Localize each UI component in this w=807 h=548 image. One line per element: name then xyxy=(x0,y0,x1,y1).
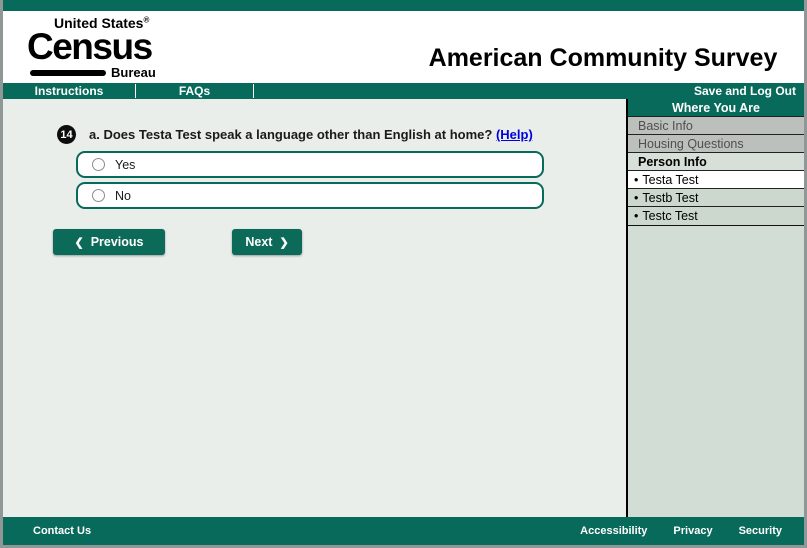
logo-bureau-row: Bureau xyxy=(27,66,156,79)
chevron-left-icon: ❮ xyxy=(74,236,84,249)
no-radio[interactable] xyxy=(92,189,105,202)
top-navbar: Instructions FAQs Save and Log Out xyxy=(3,83,804,99)
yes-label: Yes xyxy=(115,157,136,172)
logo-underline-bar xyxy=(30,69,106,76)
sidebar-item-housing-questions: Housing Questions xyxy=(628,135,804,153)
question-row: 14 a. Does Testa Test speak a language o… xyxy=(57,124,626,144)
sidebar-item-testa-test: • Testa Test xyxy=(628,171,804,189)
accessibility-link[interactable]: Accessibility xyxy=(580,525,647,537)
navigation-buttons: ❮ Previous Next ❯ xyxy=(53,229,626,255)
sidebar-item-label: Testc Test xyxy=(642,209,698,223)
sidebar-item-label: Testa Test xyxy=(642,172,699,187)
sidebar-item-basic-info: Basic Info xyxy=(628,117,804,135)
main-question-area: 14 a. Does Testa Test speak a language o… xyxy=(3,99,626,517)
bullet-icon: • xyxy=(634,172,639,187)
question-number-badge: 14 xyxy=(57,125,76,144)
census-bureau-logo: United States® Census Bureau xyxy=(27,16,156,79)
option-no[interactable]: No xyxy=(76,182,544,209)
previous-button[interactable]: ❮ Previous xyxy=(53,229,165,255)
next-label: Next xyxy=(245,235,273,249)
nav-instructions[interactable]: Instructions xyxy=(3,83,135,99)
logo-bureau: Bureau xyxy=(111,65,156,80)
answer-options: Yes No xyxy=(76,151,544,209)
registered-mark: ® xyxy=(143,15,150,25)
no-label: No xyxy=(115,188,131,203)
sidebar-title: Where You Are xyxy=(628,99,804,117)
top-accent-strip xyxy=(3,0,804,11)
previous-label: Previous xyxy=(90,235,144,249)
survey-page: United States® Census Bureau American Co… xyxy=(0,0,807,548)
question-text: a. Does Testa Test speak a language othe… xyxy=(89,124,533,142)
content-area: 14 a. Does Testa Test speak a language o… xyxy=(3,99,804,517)
progress-table: Where You Are Basic Info Housing Questio… xyxy=(628,99,804,226)
page-title: American Community Survey xyxy=(428,44,778,72)
sidebar-item-label: Testb Test xyxy=(642,190,699,205)
sidebar-item-testb-test: • Testb Test xyxy=(628,189,804,207)
bullet-icon: • xyxy=(634,190,639,205)
question-text-label: a. Does Testa Test speak a language othe… xyxy=(89,127,493,142)
logo-census-wordmark: Census xyxy=(27,26,153,67)
sidebar-item-label: Person Info xyxy=(638,154,707,169)
privacy-link[interactable]: Privacy xyxy=(673,525,712,537)
nav-faqs[interactable]: FAQs xyxy=(136,83,253,99)
sidebar-item-person-info: Person Info xyxy=(628,153,804,171)
chevron-right-icon: ❯ xyxy=(279,236,289,249)
sidebar-item-label: Basic Info xyxy=(638,118,693,133)
sidebar-item-testc-test: • Testc Test xyxy=(628,207,804,225)
next-button[interactable]: Next ❯ xyxy=(232,229,302,255)
where-you-are-sidebar: Where You Are Basic Info Housing Questio… xyxy=(626,99,804,517)
contact-us-link[interactable]: Contact Us xyxy=(33,525,91,537)
yes-radio[interactable] xyxy=(92,158,105,171)
option-yes[interactable]: Yes xyxy=(76,151,544,178)
security-link[interactable]: Security xyxy=(739,525,782,537)
help-link[interactable]: (Help) xyxy=(496,127,533,142)
header: United States® Census Bureau American Co… xyxy=(3,11,804,83)
bullet-icon: • xyxy=(634,209,639,223)
save-and-logout-button[interactable]: Save and Log Out xyxy=(694,83,804,99)
footer: Contact Us Accessibility Privacy Securit… xyxy=(3,517,804,545)
sidebar-item-label: Housing Questions xyxy=(638,136,744,151)
